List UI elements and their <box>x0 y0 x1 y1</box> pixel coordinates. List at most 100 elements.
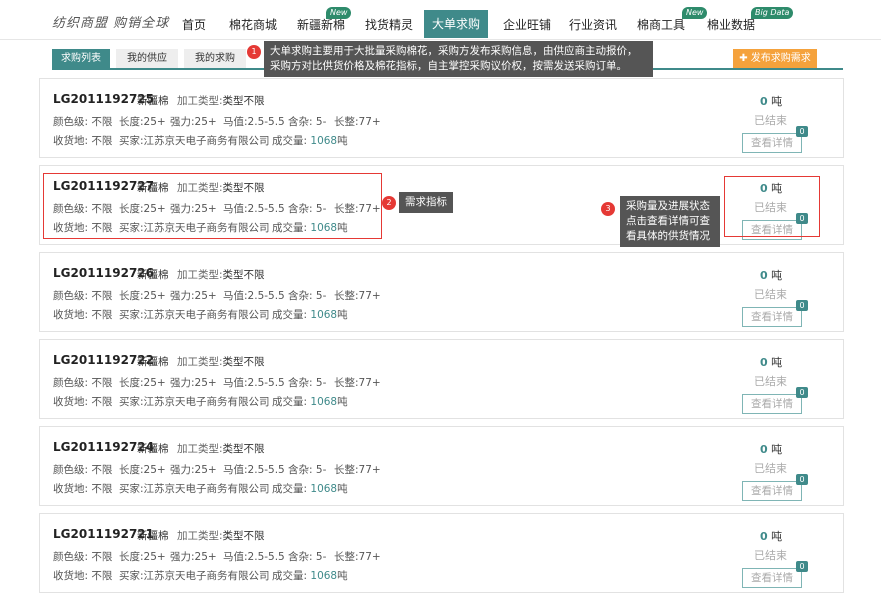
spec-label: 含杂: <box>288 290 316 302</box>
spec-label: 含杂: <box>288 377 316 389</box>
spec-label: 强力: <box>170 290 195 302</box>
spec-color-grade: 颜色级: 不限 <box>53 549 112 564</box>
spec-label: 强力: <box>170 551 195 563</box>
nav-shops[interactable]: 企业旺铺 <box>500 10 554 36</box>
purchase-card: LG2011192725 新疆棉 加工类型:类型不限 颜色级: 不限 长度:25+ 强力:… <box>39 78 844 158</box>
process-type-label: 加工类型: <box>177 443 223 455</box>
spec-micronaire: 马值:2.5-5.5 <box>223 375 285 390</box>
tab-purchase-list[interactable]: 求购列表 <box>52 49 110 69</box>
process-type: 加工类型:类型不限 <box>177 354 265 369</box>
buyer-value: 江苏京天电子商务有限公司 <box>143 570 270 582</box>
spec-label: 强力: <box>170 377 195 389</box>
spec-value: 25+ <box>143 116 166 128</box>
offer-count-badge: 0 <box>796 474 808 485</box>
spec-value: 不限 <box>91 116 113 128</box>
spec-label: 长整: <box>334 551 359 563</box>
tab-my-supply[interactable]: 我的供应 <box>116 49 178 69</box>
nav-goods-finder[interactable]: 找货精灵 <box>362 10 416 36</box>
spec-label: 强力: <box>170 116 195 128</box>
nav-tools[interactable]: 棉商工具 <box>634 10 688 36</box>
spec-label: 含杂: <box>288 464 316 476</box>
spec-value: 2.5-5.5 <box>247 290 285 302</box>
view-details-button[interactable]: 查看详情 <box>742 394 802 414</box>
spec-label: 颜色级: <box>53 464 92 476</box>
publish-request-button[interactable]: ✚ 发布求购需求 <box>733 49 817 69</box>
annotation-highlight-specs <box>43 173 382 239</box>
spec-strength: 强力:25+ <box>170 549 217 564</box>
spec-value: 2.5-5.5 <box>247 377 285 389</box>
spec-label: 马值: <box>223 377 248 389</box>
deal-value: 1068 <box>310 309 338 321</box>
spec-value: 25+ <box>194 116 217 128</box>
spec-label: 长整: <box>334 290 359 302</box>
quantity-unit: 吨 <box>767 356 783 369</box>
deal-value: 1068 <box>310 396 338 408</box>
nav-data[interactable]: 棉业数据 <box>704 10 758 36</box>
process-type: 加工类型:类型不限 <box>177 528 265 543</box>
spec-length: 长度:25+ <box>119 375 166 390</box>
spec-micronaire: 马值:2.5-5.5 <box>223 549 285 564</box>
purchase-card: LG2011192722 新疆棉 加工类型:类型不限 颜色级: 不限 长度:25+ 强力:… <box>39 339 844 419</box>
nav-cotton-mall[interactable]: 棉花商城 <box>226 10 280 36</box>
place-label: 收货地: <box>53 483 92 495</box>
process-type-value: 类型不限 <box>222 530 265 542</box>
deal-label: 成交量: <box>272 396 311 408</box>
deal-label: 成交量: <box>272 570 311 582</box>
place-value: 不限 <box>91 570 113 582</box>
spec-value: 2.5-5.5 <box>247 116 285 128</box>
spec-label: 长度: <box>119 551 144 563</box>
buyer-label: 买家: <box>119 570 144 582</box>
spec-micronaire: 马值:2.5-5.5 <box>223 288 285 303</box>
spec-length: 长度:25+ <box>119 114 166 129</box>
nav-bulk-purchase[interactable]: 大单求购 <box>424 10 488 38</box>
status-label: 已结束 <box>754 375 787 388</box>
buyer-value: 江苏京天电子商务有限公司 <box>143 309 270 321</box>
site-logo[interactable]: 纺织商盟 购销全球 <box>52 12 169 31</box>
tab-my-purchase[interactable]: 我的求购 <box>184 49 246 69</box>
spec-label: 长度: <box>119 290 144 302</box>
place-label: 收货地: <box>53 396 92 408</box>
spec-label: 强力: <box>170 464 195 476</box>
view-details-button[interactable]: 查看详情 <box>742 568 802 588</box>
annotation-number-2: 2 <box>382 196 396 210</box>
spec-value: 25+ <box>194 551 217 563</box>
status-label: 已结束 <box>754 549 787 562</box>
nav-home[interactable]: 首页 <box>176 10 212 36</box>
spec-label: 颜色级: <box>53 551 92 563</box>
spec-impurity: 含杂: 5- <box>288 549 326 564</box>
buyer-label: 买家: <box>119 483 144 495</box>
process-type-label: 加工类型: <box>177 356 223 368</box>
process-type: 加工类型:类型不限 <box>177 441 265 456</box>
spec-value: 77+ <box>358 551 381 563</box>
view-details-button[interactable]: 查看详情 <box>742 481 802 501</box>
status-label: 已结束 <box>754 288 787 301</box>
spec-label: 长度: <box>119 116 144 128</box>
buyer-label: 买家: <box>119 396 144 408</box>
spec-value: 5- <box>315 464 327 476</box>
spec-value: 不限 <box>91 551 113 563</box>
spec-color-grade: 颜色级: 不限 <box>53 462 112 477</box>
annotation-tip-1: 大单求购主要用于大批量采购棉花，采购方发布采购信息，由供应商主动报价， 采购方对… <box>264 41 653 77</box>
buyer-value: 江苏京天电子商务有限公司 <box>143 135 270 147</box>
new-badge: New <box>326 7 352 19</box>
spec-value: 不限 <box>91 290 113 302</box>
cotton-origin: 新疆棉 <box>137 269 169 281</box>
spec-value: 25+ <box>143 377 166 389</box>
spec-value: 2.5-5.5 <box>247 551 285 563</box>
place-value: 不限 <box>91 309 113 321</box>
nav-news[interactable]: 行业资讯 <box>566 10 620 36</box>
quantity-value: 0 <box>760 530 768 543</box>
spec-label: 长整: <box>334 377 359 389</box>
spec-uniformity: 长整:77+ <box>334 375 381 390</box>
quantity-unit: 吨 <box>767 530 783 543</box>
view-details-button[interactable]: 查看详情 <box>742 133 802 153</box>
spec-uniformity: 长整:77+ <box>334 288 381 303</box>
purchase-quantity: 0 吨 <box>760 267 782 283</box>
view-details-button[interactable]: 查看详情 <box>742 307 802 327</box>
annotation-tip-2: 需求指标 <box>399 192 453 213</box>
purchase-quantity: 0 吨 <box>760 528 782 544</box>
spec-value: 5- <box>315 377 327 389</box>
cotton-origin: 新疆棉 <box>137 356 169 368</box>
offer-count-badge: 0 <box>796 387 808 398</box>
deal-label: 成交量: <box>272 483 311 495</box>
